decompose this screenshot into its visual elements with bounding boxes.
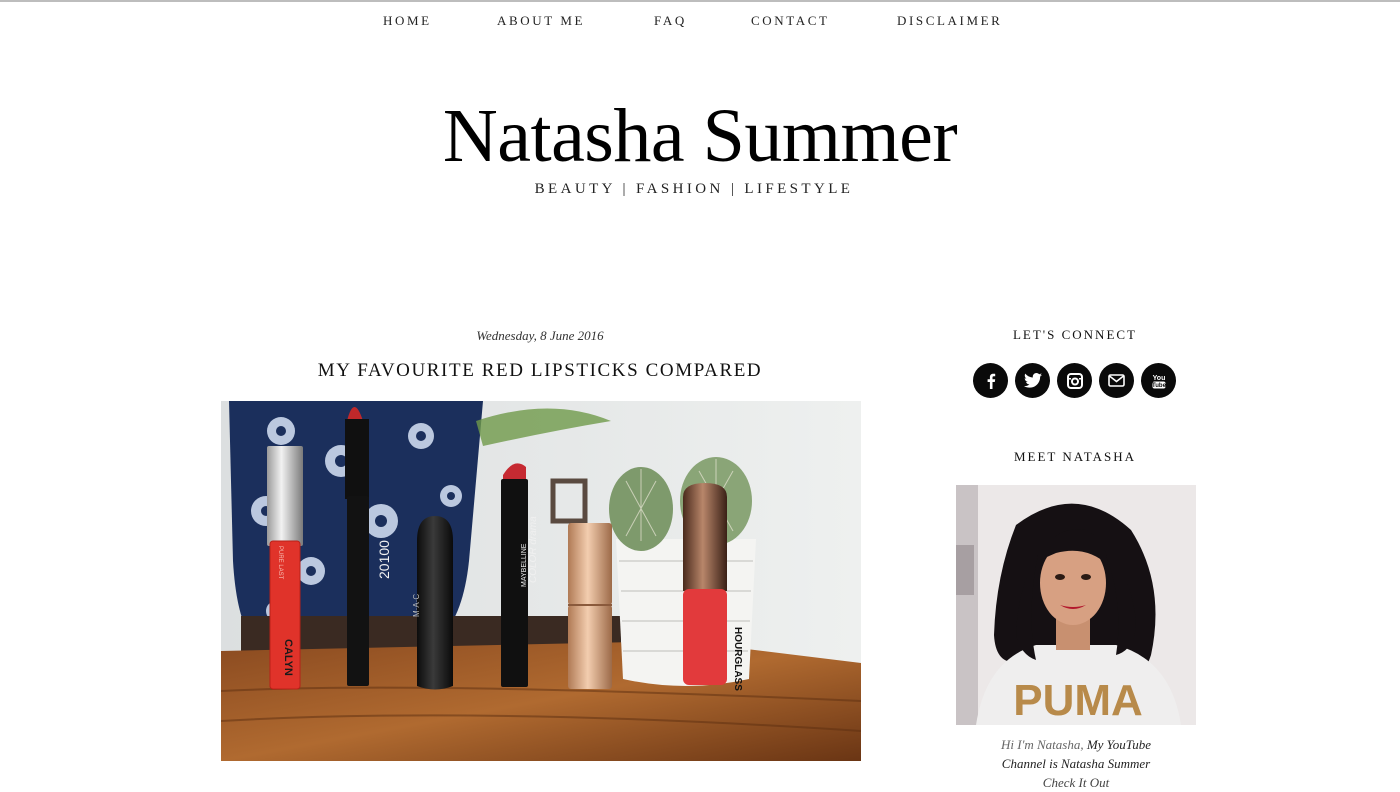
hourglass-label: HOURGLASS	[732, 627, 743, 691]
maybelline-line: COLOR drama	[528, 516, 539, 583]
portrait-shirt-text: PUMA	[1013, 676, 1143, 725]
email-icon[interactable]	[1099, 363, 1134, 398]
post-image[interactable]: CALYN PURE LAST 20100 M·A·C MAYBELLINE C…	[221, 401, 861, 761]
mac-label: M·A·C	[412, 594, 421, 617]
post-title[interactable]: MY FAVOURITE RED LIPSTICKS COMPARED	[220, 360, 860, 382]
nav-faq[interactable]: FAQ	[654, 13, 687, 29]
post-date: Wednesday, 8 June 2016	[476, 328, 604, 343]
bio-line-2[interactable]: Channel is Natasha Summer	[956, 754, 1196, 773]
nav-about-me[interactable]: ABOUT ME	[497, 13, 585, 29]
bio-line-1: Hi I'm Natasha, My YouTube	[956, 735, 1196, 754]
instagram-icon[interactable]	[1057, 363, 1092, 398]
lets-connect-title: LET'S CONNECT	[1012, 327, 1138, 342]
bio-intro: Hi I'm Natasha,	[1000, 737, 1084, 752]
nav-home[interactable]: HOME	[383, 13, 432, 29]
svg-text:You: You	[1152, 375, 1165, 382]
post-photo: CALYN PURE LAST 20100 M·A·C MAYBELLINE C…	[221, 401, 861, 761]
author-photo: PUMA	[956, 485, 1196, 725]
youtube-icon[interactable]: You Tube	[1141, 363, 1176, 398]
meet-natasha-title: MEET NATASHA	[1013, 449, 1137, 464]
nav-contact[interactable]: CONTACT	[751, 13, 830, 29]
author-bio: Hi I'm Natasha, My YouTube Channel is Na…	[956, 735, 1196, 792]
pencil-label: 20100	[376, 540, 392, 579]
site-title[interactable]: Natasha Summer	[0, 98, 1400, 174]
top-border	[0, 0, 1400, 2]
twitter-icon[interactable]	[1015, 363, 1050, 398]
calyn-label: CALYN	[282, 639, 294, 676]
nav-disclaimer[interactable]: DISCLAIMER	[897, 13, 1002, 29]
calyn-side-label: PURE LAST	[277, 546, 283, 580]
facebook-icon[interactable]	[973, 363, 1008, 398]
main-nav: HOME ABOUT ME FAQ CONTACT DISCLAIMER	[0, 13, 1400, 33]
bio-line-3[interactable]: Check It Out	[956, 773, 1196, 792]
svg-text:Tube: Tube	[1152, 383, 1167, 389]
maybelline-brand: MAYBELLINE	[521, 543, 528, 587]
bio-youtube-link[interactable]: My YouTube	[1084, 737, 1151, 752]
site-tagline: BEAUTY | FASHION | LIFESTYLE	[534, 181, 854, 197]
